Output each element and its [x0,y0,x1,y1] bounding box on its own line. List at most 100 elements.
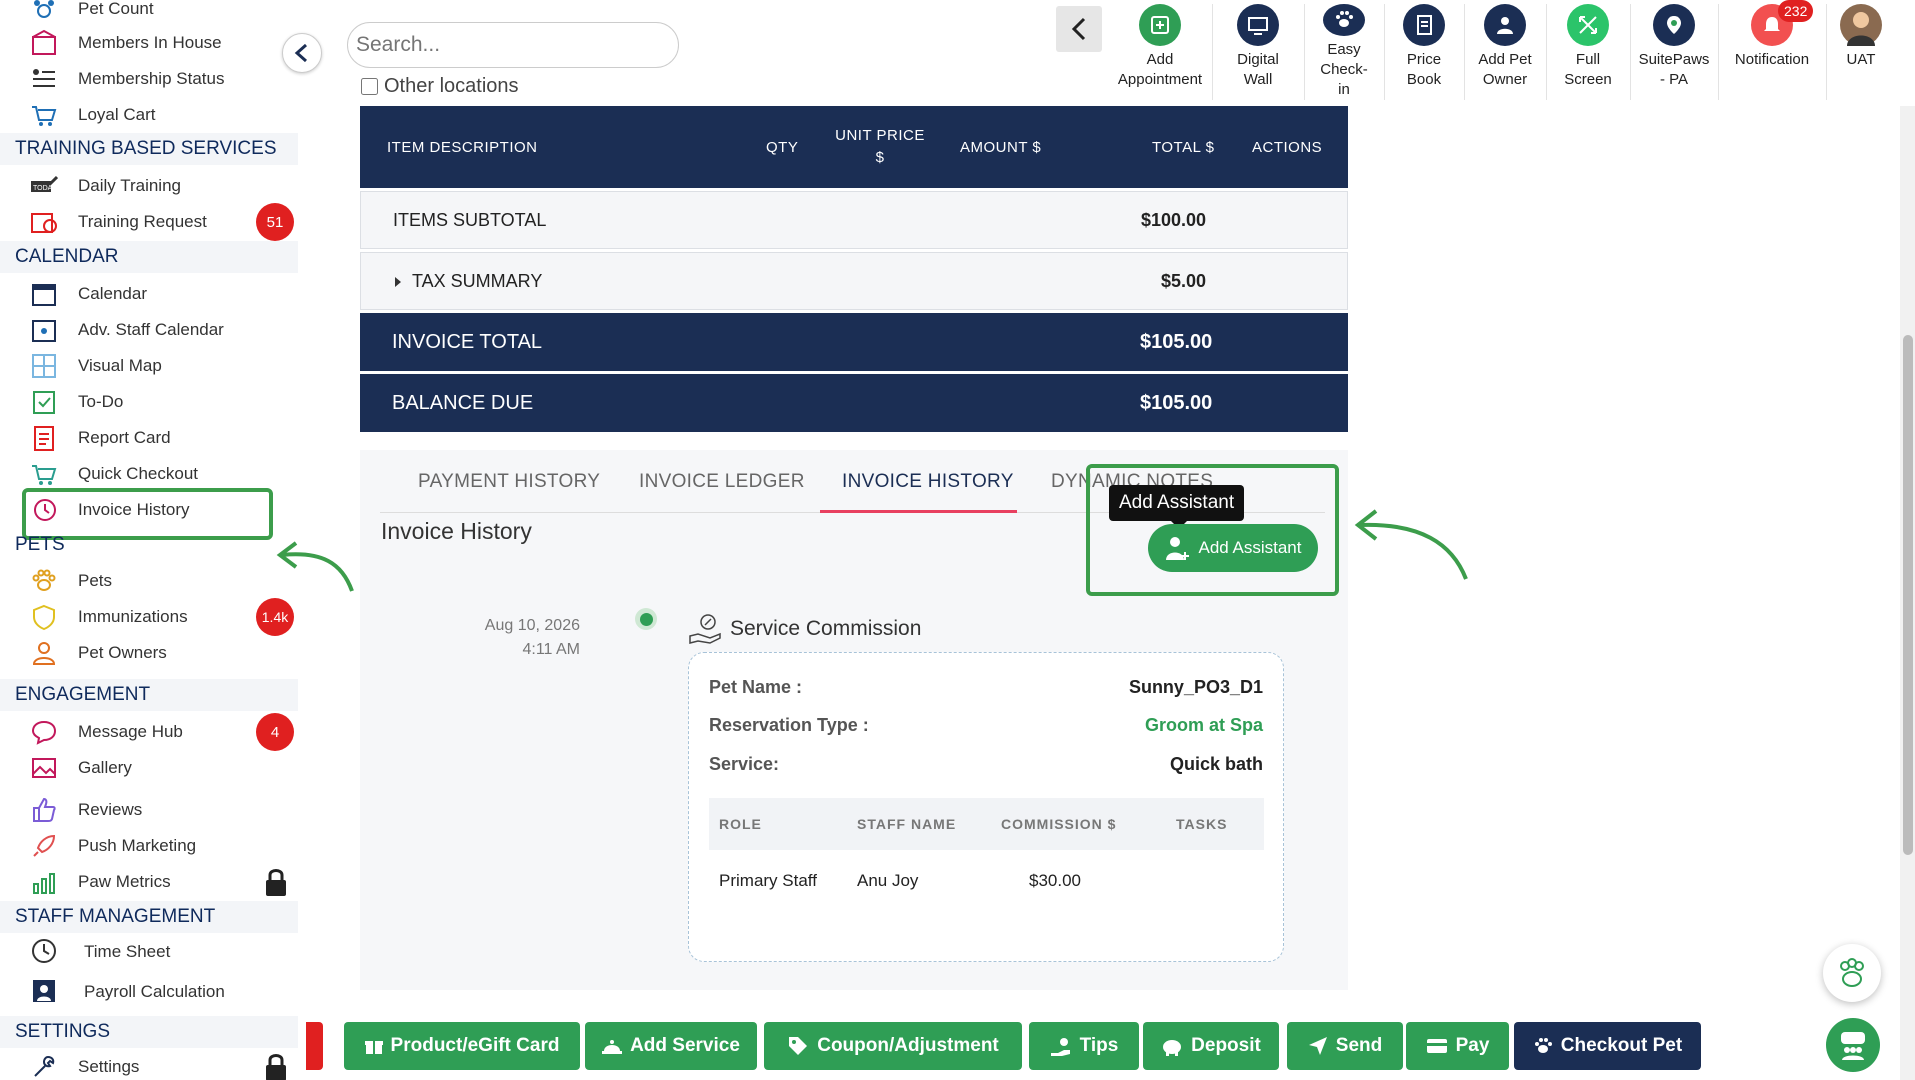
partial-red-button[interactable] [306,1022,323,1070]
paw-count-icon [34,0,54,18]
settings-icon [34,1055,55,1077]
lock-icon [266,1054,286,1080]
sidebar-item-payroll[interactable]: Payroll Calculation [0,974,298,1010]
sidebar-item-visual-map[interactable]: Visual Map [0,349,298,383]
toolbar-user[interactable]: UAT [1826,4,1896,100]
sidebar-item-label: Loyal Cart [78,105,156,124]
balance-due-label: BALANCE DUE [392,391,534,414]
table-row: Primary Staff Anu Joy $30.00 [709,853,1264,913]
caret-right-icon [395,277,401,287]
house-icon [32,29,56,55]
sidebar-item-settings[interactable]: Settings [0,1050,298,1080]
commission-table-header: ROLE STAFF NAME COMMISSION $ TASKS [709,798,1264,850]
sidebar-item-adv-staff-calendar[interactable]: Adv. Staff Calendar [0,313,298,347]
tab-payment-history[interactable]: PAYMENT HISTORY [418,471,600,493]
sidebar-item-paw-metrics[interactable]: Paw Metrics [0,865,298,899]
sidebar-item-daily-training[interactable]: TODAY Daily Training [0,169,298,203]
scrollbar-thumb[interactable] [1903,335,1913,855]
add-appointment-icon [1139,4,1181,46]
add-user-icon [1166,537,1190,560]
toolbar-add-appointment[interactable]: Add Appointment [1108,4,1213,100]
button-label: Checkout Pet [1560,1035,1683,1056]
add-assistant-button[interactable]: Add Assistant [1148,524,1318,572]
search-input[interactable] [347,22,679,68]
cell-commission: $30.00 [1029,871,1081,890]
add-service-button[interactable]: Add Service [585,1022,757,1070]
team-chat-button[interactable] [1826,1018,1880,1072]
add-assistant-tooltip: Add Assistant [1109,485,1245,529]
thumbs-up-icon [33,797,56,822]
sidebar-item-membership-status[interactable]: Membership Status [0,62,298,96]
team-chat-icon [1841,1032,1865,1060]
items-subtotal-value: $100.00 [1141,209,1207,230]
tax-summary-row[interactable]: TAX SUMMARY $5.00 [360,252,1348,310]
invoice-total-row: INVOICE TOTAL $105.00 [360,313,1348,371]
sidebar-item-members-in-house[interactable]: Members In House [0,26,298,60]
toolbar-digital-wall[interactable]: Digital Wall [1212,4,1305,100]
other-locations-checkbox[interactable] [361,78,378,95]
sidebar-item-message-hub[interactable]: Message Hub 4 [0,713,298,751]
items-subtotal-row: ITEMS SUBTOTAL $100.00 [360,191,1348,249]
sidebar-item-gallery[interactable]: Gallery [0,751,298,785]
toolbar-easy-checkin[interactable]: Easy Check- in [1304,4,1385,100]
sidebar-item-calendar[interactable]: Calendar [0,277,298,311]
toolbar-price-book[interactable]: Price Book [1384,4,1465,100]
sidebar-item-label: Settings [78,1057,140,1076]
tips-button[interactable]: Tips [1029,1022,1139,1070]
timeline-dot [635,608,657,630]
button-label: Pay [1455,1035,1490,1056]
sidebar-item-push-marketing[interactable]: Push Marketing [0,829,298,863]
annotation-arrow-left [276,541,354,592]
sidebar-item-report-card[interactable]: Report Card [0,421,298,455]
sidebar-item-quick-checkout[interactable]: Quick Checkout [0,457,298,491]
service-label: Service: [709,754,780,774]
collapse-sidebar-button[interactable] [282,33,322,73]
rocket-icon [33,834,56,857]
toolbar-add-pet-owner[interactable]: Add Pet Owner [1464,4,1547,100]
header-actions: ACTIONS [1252,138,1323,156]
header-total: TOTAL $ [1152,138,1215,156]
avatar [1840,4,1882,46]
today-icon: TODAY [31,175,58,192]
sidebar-item-time-sheet[interactable]: Time Sheet [0,934,298,970]
fullscreen-icon [1567,4,1609,46]
tab-invoice-ledger[interactable]: INVOICE LEDGER [639,471,805,493]
sidebar-item-loyal-cart[interactable]: Loyal Cart [0,98,298,132]
header-amount: AMOUNT $ [960,138,1042,156]
sidebar-item-pet-owners[interactable]: Pet Owners [0,636,298,670]
tax-summary-label: TAX SUMMARY [412,270,543,291]
sidebar-item-pets[interactable]: Pets [0,564,298,598]
header-staff-name: STAFF NAME [857,816,957,832]
add-owner-icon [1484,4,1526,46]
deposit-button[interactable]: Deposit [1143,1022,1279,1070]
toolbar-notification[interactable]: 232 Notification [1718,0,1827,100]
sidebar-item-todo[interactable]: To-Do [0,385,298,419]
checkout-pet-button[interactable]: Checkout Pet [1514,1022,1701,1070]
back-button[interactable] [1056,6,1102,52]
pet-name-value: Sunny_PO3_D1 [1128,677,1263,697]
button-label: Add Service [630,1035,740,1056]
sidebar-item-pet-count[interactable]: Pet Count [0,0,298,26]
toolbar-full-screen[interactable]: Full Screen [1546,4,1631,100]
paw-assistant-button[interactable] [1823,944,1881,1002]
sidebar-item-immunizations[interactable]: Immunizations 1.4k [0,598,298,636]
section-heading-settings: SETTINGS [0,1016,298,1048]
header-item-description: ITEM DESCRIPTION [387,138,538,156]
toolbar-label: Digital Wall [1237,51,1279,88]
send-icon [1308,1037,1327,1055]
product-egift-card-button[interactable]: Product/eGift Card [344,1022,580,1070]
send-button[interactable]: Send [1287,1022,1403,1070]
sidebar-item-reviews[interactable]: Reviews [0,793,298,827]
training-request-icon [31,213,57,233]
coupon-adjustment-button[interactable]: Coupon/Adjustment [764,1022,1022,1070]
pay-button[interactable]: Pay [1406,1022,1509,1070]
toolbar-label: Notification [1734,51,1810,68]
button-label: Coupon/Adjustment [817,1035,999,1056]
staff-calendar-icon [32,320,56,342]
toolbar-suitepaws[interactable]: SuitePaws - PA [1630,4,1719,100]
sidebar-item-training-request[interactable]: Training Request 51 [0,203,298,241]
commission-icon [689,614,721,644]
tab-invoice-history[interactable]: INVOICE HISTORY [842,471,1014,493]
sidebar-item-label: Payroll Calculation [84,982,225,1001]
other-locations-option[interactable]: Other locations [361,75,519,98]
